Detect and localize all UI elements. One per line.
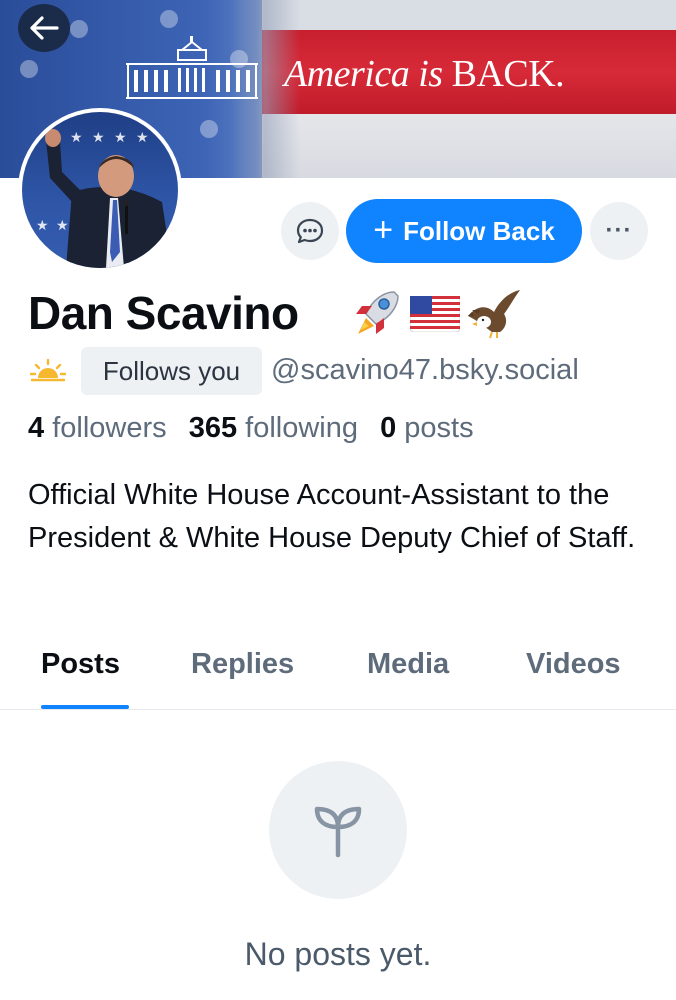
tab-posts[interactable]: Posts (41, 648, 120, 681)
avatar-photo: ★ ★ ★ ★ ★ ★ (36, 129, 172, 268)
ellipsis-icon: ··· (605, 217, 633, 244)
empty-state-message: No posts yet. (244, 936, 432, 972)
following-link[interactable]: 365 following (189, 412, 358, 444)
more-options-button[interactable]: ··· (590, 202, 648, 260)
banner-slogan: America is BACK. (284, 53, 565, 95)
sunrise-icon (30, 358, 66, 382)
follows-you-badge: Follows you (81, 347, 262, 395)
followers-link[interactable]: 4 followers (28, 412, 167, 444)
svg-text:★: ★ (56, 218, 69, 234)
seedling-icon (314, 806, 362, 858)
profile-handle[interactable]: @scavino47.bsky.social (271, 354, 579, 387)
eagle-emoji (464, 286, 522, 345)
chat-bubble-icon (296, 218, 324, 244)
active-tab-indicator (41, 705, 129, 709)
svg-text:★: ★ (92, 130, 105, 146)
profile-stats: 4 followers 365 following 0 posts (28, 412, 474, 445)
white-house-logo (126, 36, 258, 99)
back-button[interactable] (18, 4, 70, 52)
posts-count: 0 posts (380, 412, 474, 444)
svg-text:★: ★ (70, 130, 83, 146)
avatar[interactable]: ★ ★ ★ ★ ★ ★ (18, 108, 182, 272)
message-button[interactable] (281, 202, 339, 260)
us-flag-emoji (409, 295, 461, 337)
profile-bio: Official White House Account-Assistant t… (28, 479, 636, 554)
svg-text:★: ★ (136, 130, 149, 146)
display-name: Dan Scavino (28, 287, 299, 339)
tab-replies[interactable]: Replies (191, 648, 294, 681)
svg-text:★: ★ (114, 130, 127, 146)
follow-back-button[interactable]: + Follow Back (346, 199, 582, 263)
svg-text:★: ★ (36, 218, 49, 234)
plus-icon: + (373, 210, 394, 249)
follow-back-label: Follow Back (403, 215, 555, 246)
tab-media[interactable]: Media (367, 648, 449, 681)
arrow-left-icon (30, 16, 59, 40)
empty-state-illustration (269, 761, 407, 899)
rocket-emoji (348, 288, 404, 345)
tab-videos[interactable]: Videos (526, 648, 621, 681)
profile-tabs: Posts Replies Media Videos (0, 640, 676, 710)
